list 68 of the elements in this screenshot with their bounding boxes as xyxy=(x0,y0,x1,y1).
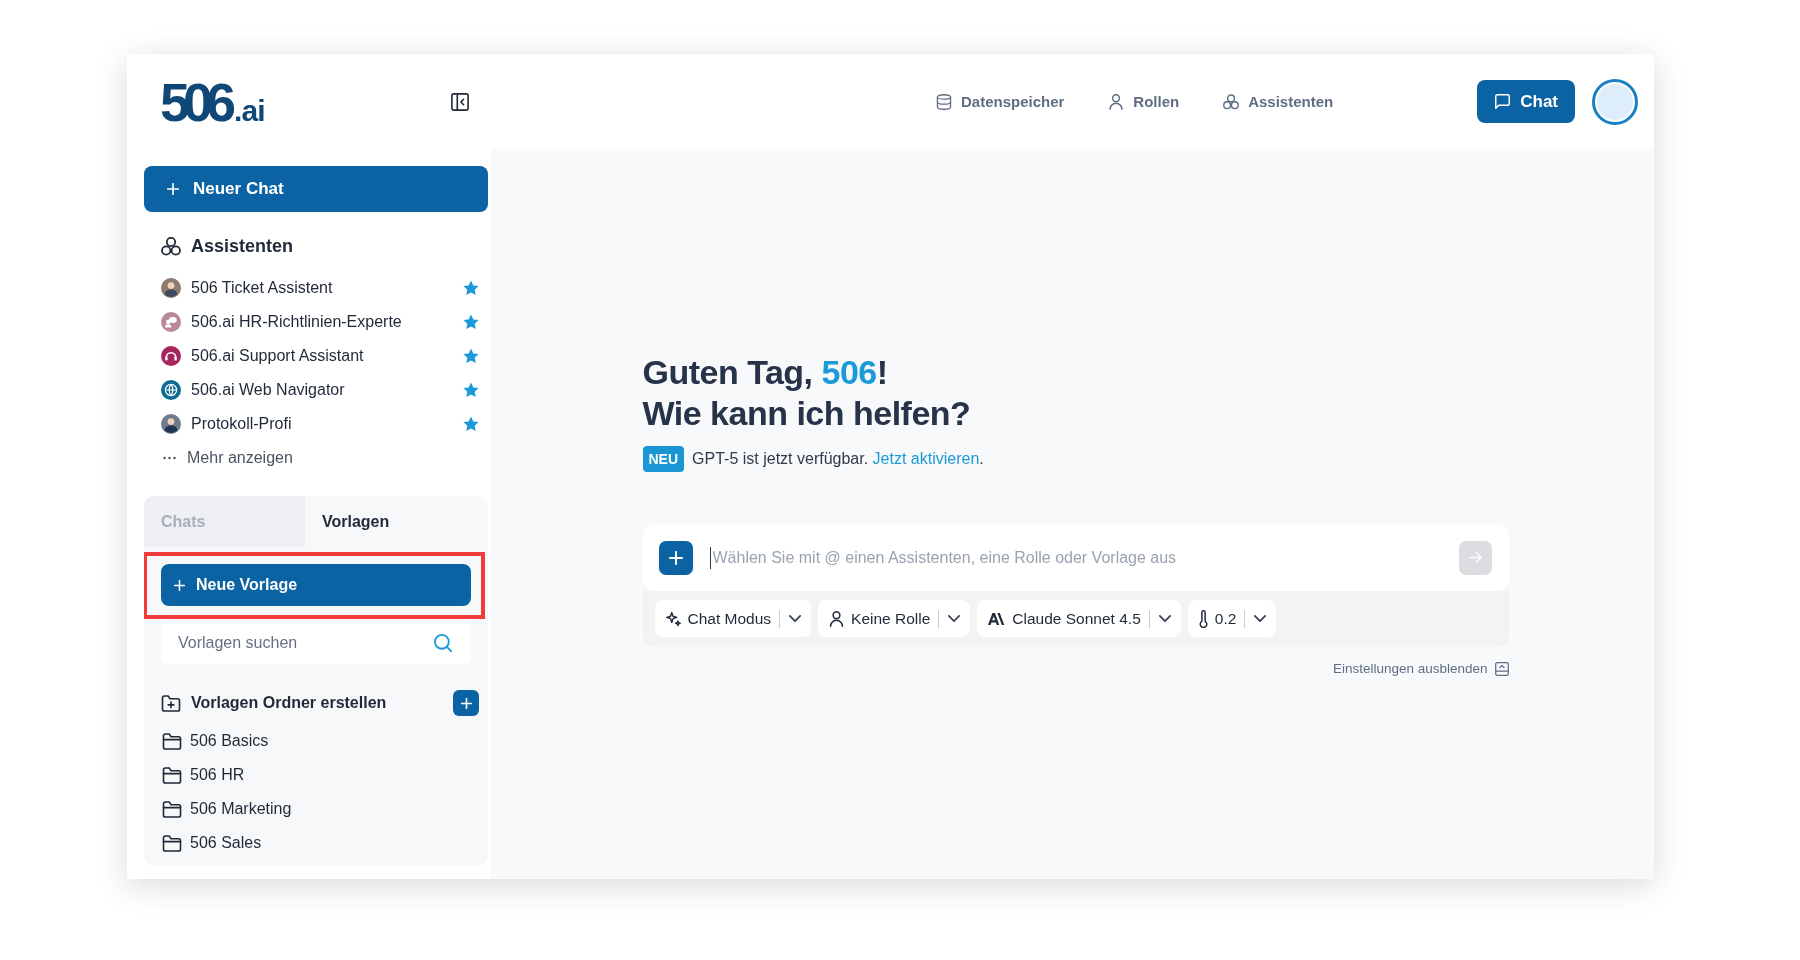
star-icon[interactable] xyxy=(463,280,479,296)
arrow-right-icon xyxy=(1468,552,1482,563)
sidebar-toggle-icon[interactable] xyxy=(451,92,469,111)
assistant-item[interactable]: 506.ai HR-Richtlinien-Experte xyxy=(144,305,488,339)
temperature-dropdown[interactable]: 0.2 xyxy=(1187,600,1277,637)
plus-icon xyxy=(167,183,179,195)
assistant-item[interactable]: 506.ai Support Assistant xyxy=(144,339,488,373)
chevron-down-icon xyxy=(1254,615,1267,622)
chat-button[interactable]: Chat xyxy=(1477,80,1575,123)
user-avatar[interactable] xyxy=(1592,78,1638,125)
star-icon[interactable] xyxy=(463,382,479,398)
chevron-down-icon xyxy=(1158,615,1171,622)
plus-icon xyxy=(460,697,472,709)
show-more-link[interactable]: Mehr anzeigen xyxy=(144,441,293,475)
folder-item[interactable]: 506 Basics xyxy=(144,724,269,758)
add-folder-button[interactable] xyxy=(453,690,479,716)
model-dropdown[interactable]: Claude Sonnet 4.5 xyxy=(977,600,1181,637)
cluster-icon xyxy=(161,236,181,256)
thermometer-icon xyxy=(1198,609,1208,628)
plus-icon xyxy=(668,550,683,565)
person-icon xyxy=(829,610,845,627)
plus-icon xyxy=(174,579,185,591)
nav-link[interactable]: Datenspeicher xyxy=(935,93,1065,110)
search-input[interactable]: Vorlagen suchen xyxy=(178,632,434,654)
assistant-item[interactable]: 506 Ticket Assistent xyxy=(144,271,488,305)
folder-icon xyxy=(162,834,182,852)
question-heading: Wie kann ich helfen? xyxy=(642,393,971,434)
folder-icon xyxy=(162,732,182,750)
tab[interactable]: Vorlagen xyxy=(305,496,488,547)
more-dots-icon xyxy=(163,456,176,460)
assistant-item[interactable]: Protokoll-Profi xyxy=(144,407,488,441)
section-heading: Assistenten xyxy=(191,235,294,257)
folder-item[interactable]: 506 Sales xyxy=(144,826,262,860)
chat-bubble-icon xyxy=(1495,94,1511,109)
star-icon[interactable] xyxy=(463,348,479,364)
search-icon xyxy=(434,634,452,652)
assistant-item[interactable]: 506.ai Web Navigator xyxy=(144,373,488,407)
star-icon[interactable] xyxy=(463,314,479,330)
new-template-button[interactable]: Neue Vorlage xyxy=(161,564,471,606)
announcement-text: GPT-5 ist jetzt verfügbar. Jetzt aktivieren. xyxy=(692,450,984,468)
folder-item[interactable]: 506 HR xyxy=(144,758,245,792)
greeting-heading: Guten Tag, 506! xyxy=(642,352,888,393)
panel-icon xyxy=(1494,661,1509,676)
logo: 506.ai xyxy=(160,74,265,129)
database-icon xyxy=(935,93,952,110)
create-folder-label: Vorlagen Ordner erstellen xyxy=(191,694,388,712)
sparkle-icon xyxy=(665,610,681,627)
star-icon[interactable] xyxy=(463,416,479,432)
chevron-down-icon xyxy=(948,615,961,622)
hide-settings-button[interactable]: Einstellungen ausblenden xyxy=(1332,661,1509,676)
nav-link[interactable]: Assistenten xyxy=(1223,93,1334,110)
nav-link[interactable]: Rollen xyxy=(1108,93,1180,110)
new-chat-button[interactable]: Neuer Chat xyxy=(144,166,488,212)
message-input[interactable]: Wählen Sie mit @ einen Assistenten, eine Rolle oder Vorlage aus xyxy=(709,546,1442,569)
role-dropdown[interactable]: Keine Rolle xyxy=(818,600,971,637)
message-field[interactable]: Wählen Sie mit @ einen Assistenten, eine Rolle oder Vorlage aus xyxy=(642,524,1509,591)
folder-icon xyxy=(162,766,182,784)
folder-icon xyxy=(162,800,182,818)
chevron-down-icon xyxy=(789,615,802,622)
add-button[interactable] xyxy=(658,540,693,575)
person-icon xyxy=(1108,93,1125,110)
cluster-icon xyxy=(1223,93,1240,110)
folder-item[interactable]: 506 Marketing xyxy=(144,792,292,826)
mode-dropdown[interactable]: Chat Modus xyxy=(654,600,812,637)
new-badge: NEU xyxy=(642,446,685,472)
folder-plus-icon xyxy=(161,694,181,712)
model-logo-icon xyxy=(988,612,1006,625)
search-field[interactable]: Vorlagen suchen xyxy=(161,622,471,664)
